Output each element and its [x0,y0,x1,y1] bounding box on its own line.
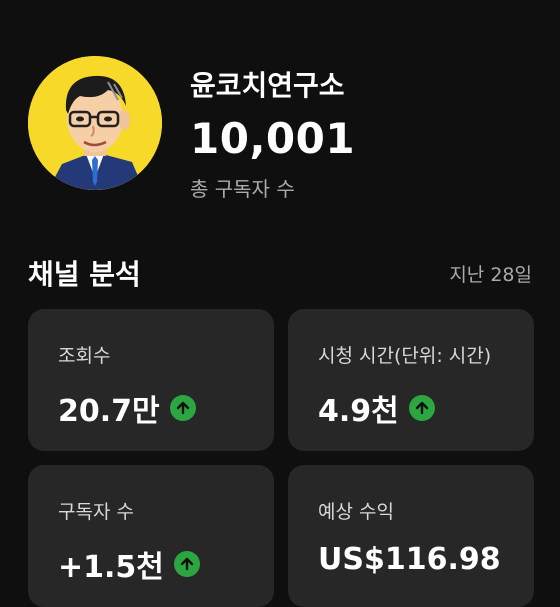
channel-name: 윤코치연구소 [190,69,345,102]
metric-value: +1.5천 [58,550,164,585]
subscriber-label: 총 구독자 수 [190,177,295,201]
metric-card-revenue[interactable]: 예상 수익 US$116.98 [288,465,534,607]
trend-up-icon [169,395,196,421]
subscriber-count: 10,001 [190,114,356,163]
metric-card-watch-time[interactable]: 시청 시간(단위: 시간) 4.9천 [288,309,534,451]
avatar-illustration [28,56,162,190]
metric-card-subscribers[interactable]: 구독자 수 +1.5천 [28,465,274,607]
metric-label: 조회수 [58,345,111,367]
trend-up-icon [408,395,435,421]
metric-label: 예상 수익 [318,501,394,523]
metric-value: 20.7만 [58,394,160,429]
metric-label: 시청 시간(단위: 시간) [318,345,492,367]
channel-avatar[interactable] [28,56,162,190]
metric-value: 4.9천 [318,394,399,429]
metric-label: 구독자 수 [58,501,134,523]
analytics-period: 지난 28일 [449,264,532,286]
metric-card-views[interactable]: 조회수 20.7만 [28,309,274,451]
analytics-section-title: 채널 분석 [28,258,141,291]
trend-up-icon [173,551,200,577]
